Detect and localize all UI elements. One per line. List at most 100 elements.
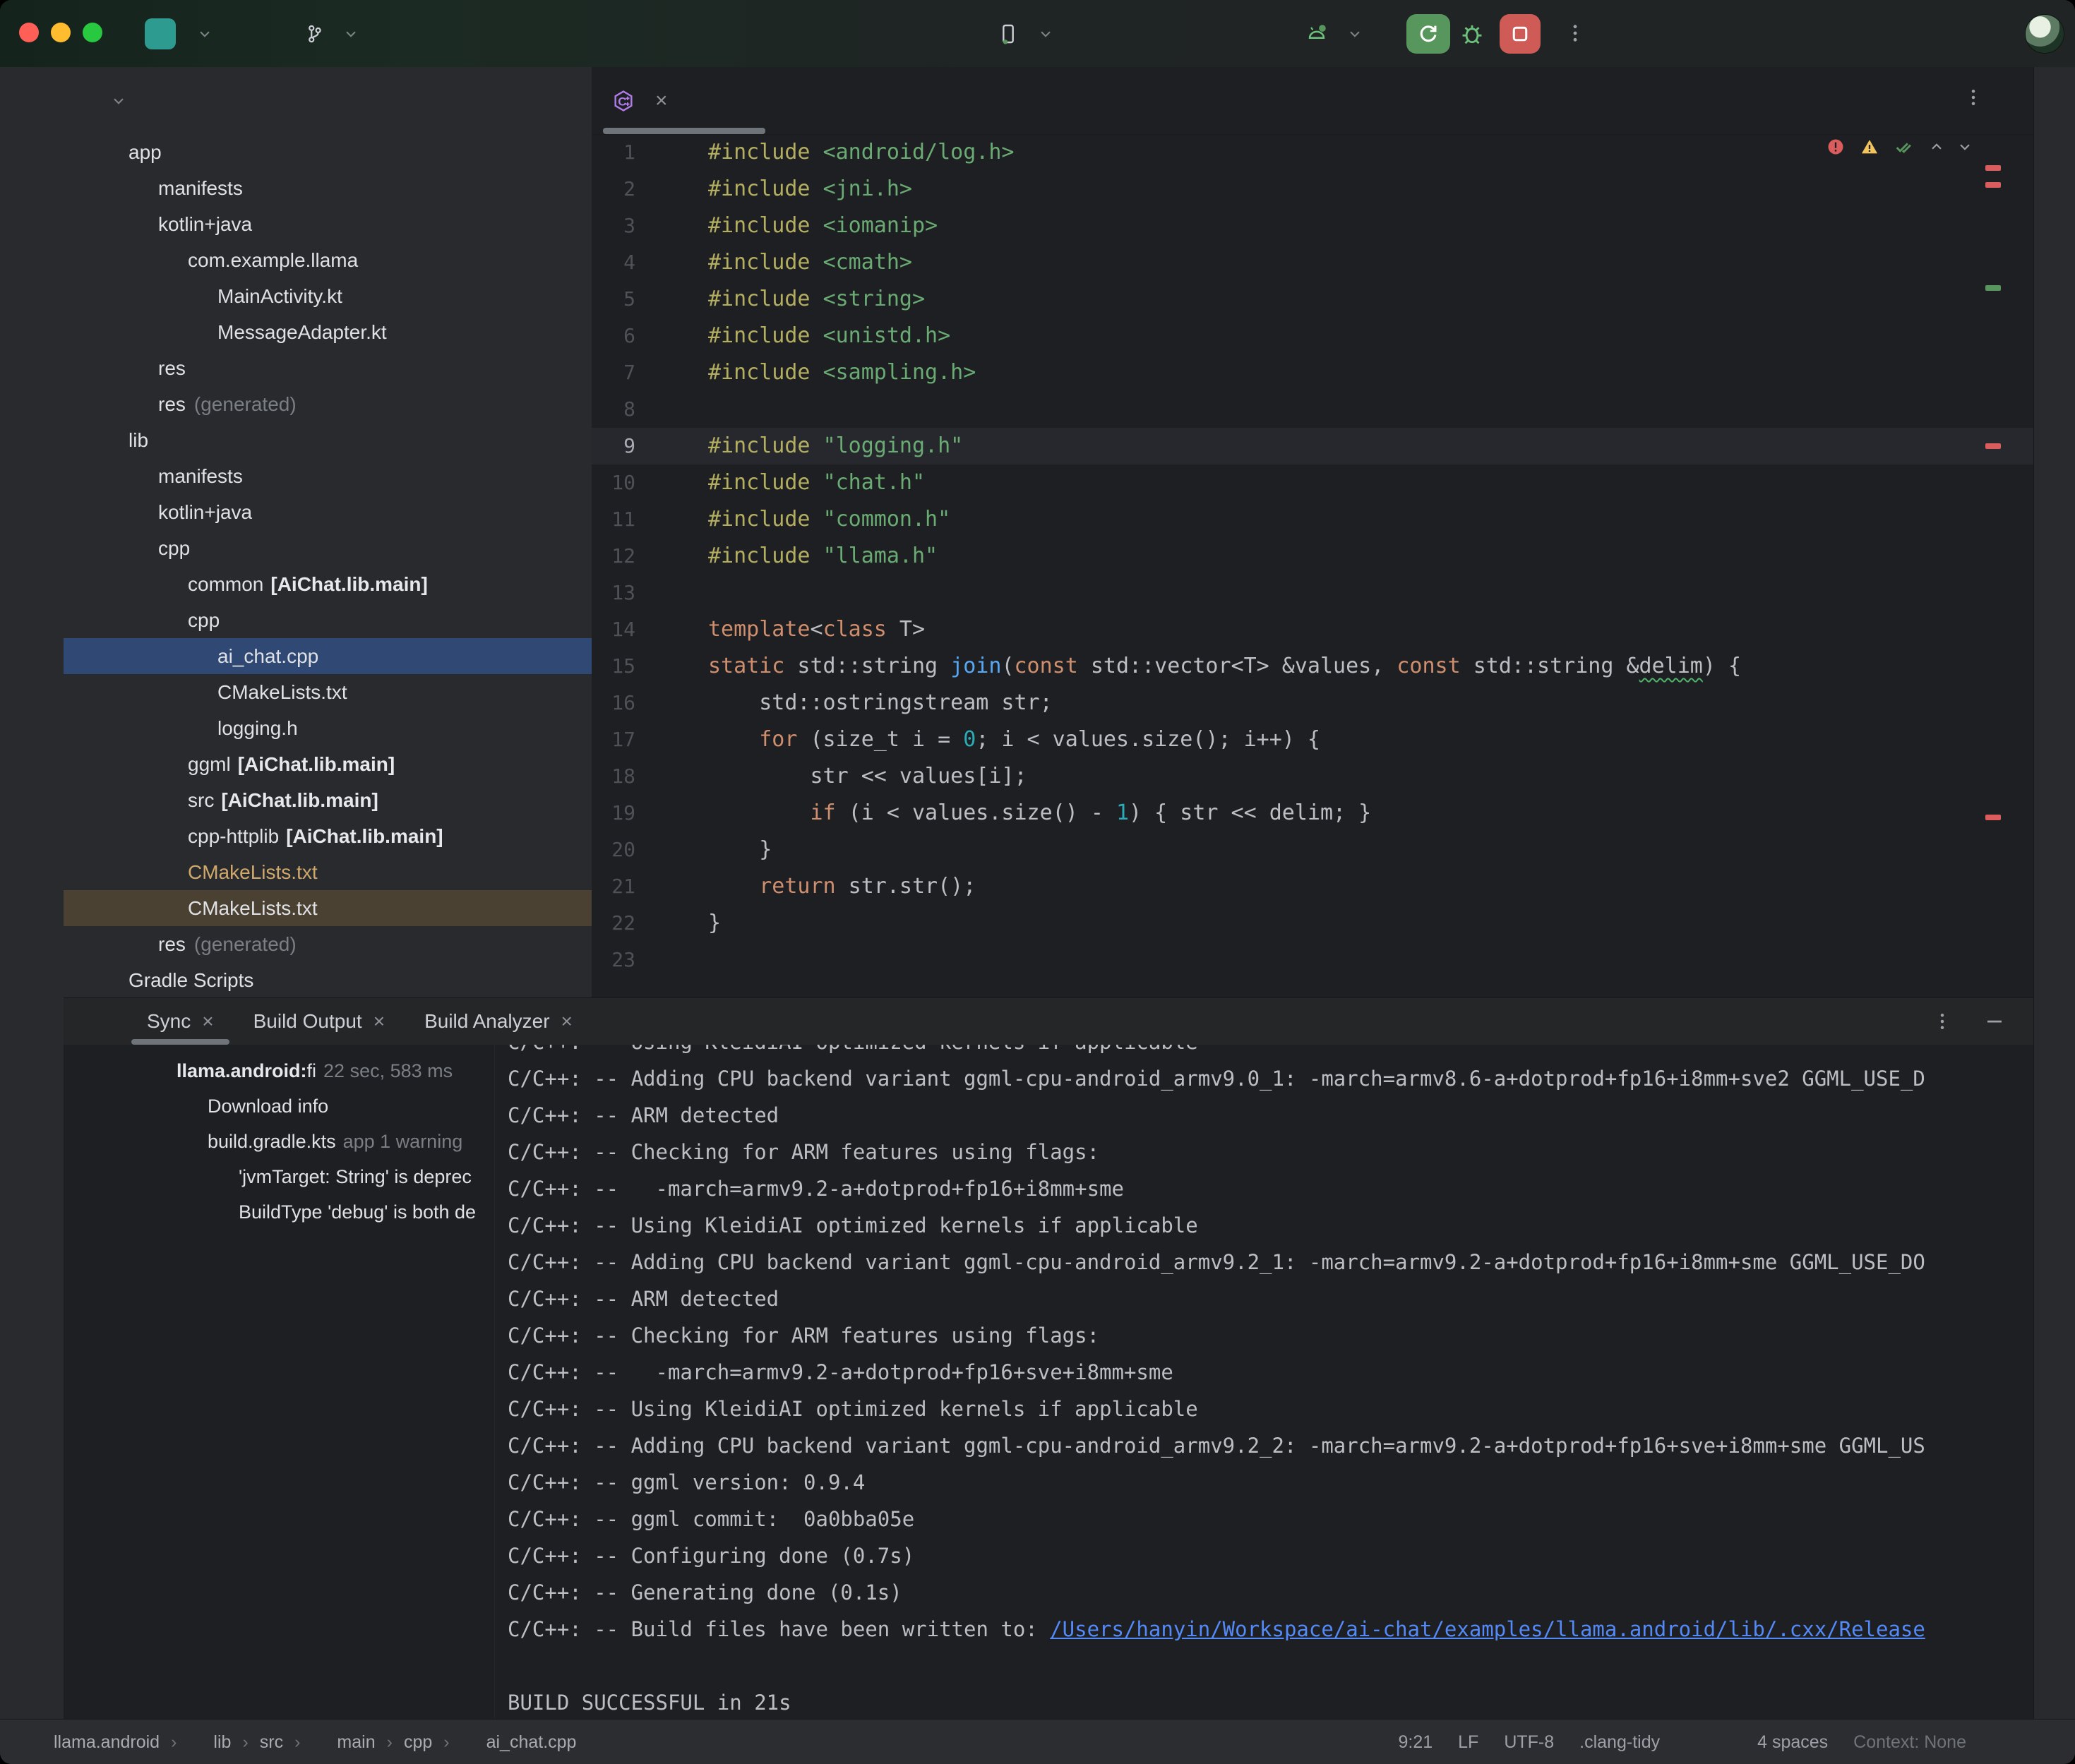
status--clang-tidy[interactable]: .clang-tidy — [1579, 1732, 1660, 1753]
status-9-21[interactable]: 9:21 — [1398, 1732, 1433, 1753]
hide-icon[interactable] — [552, 88, 579, 114]
build-tab-sync[interactable]: Sync× — [127, 998, 234, 1045]
rerun-button[interactable] — [1406, 14, 1450, 54]
chevron-down-icon[interactable] — [103, 537, 126, 560]
problem-circle-icon[interactable] — [2037, 1732, 2057, 1752]
hide-build-panel-icon[interactable] — [1984, 1011, 2005, 1032]
breadcrumb-item[interactable]: main — [311, 1732, 375, 1753]
chevron-down-icon[interactable] — [155, 1131, 177, 1152]
build-tree-row[interactable]: BuildType 'debug' is both de — [120, 1194, 494, 1230]
build-tree-row[interactable]: build.gradle.ktsapp 1 warning — [120, 1124, 494, 1159]
tree-row[interactable]: logging.h — [64, 710, 592, 746]
close-tab-icon[interactable]: × — [202, 1010, 213, 1033]
formatter-icon[interactable] — [1685, 1732, 1705, 1752]
tree-row[interactable]: res(generated) — [64, 926, 592, 962]
tab-ai-chat-cpp[interactable]: C × — [597, 67, 682, 134]
chevron-right-icon[interactable] — [103, 501, 126, 524]
tree-row[interactable]: res — [64, 350, 592, 386]
chevron-down-icon[interactable] — [133, 609, 155, 632]
minimize-window-button[interactable] — [51, 23, 71, 42]
chevron-right-icon[interactable] — [133, 789, 155, 812]
branch-selector[interactable] — [304, 0, 360, 67]
chevron-right-icon[interactable] — [103, 465, 126, 488]
tree-row[interactable]: CMakeLists.txt — [64, 674, 592, 710]
options-icon[interactable] — [510, 88, 537, 114]
code-line[interactable]: 13 — [592, 575, 2033, 611]
collapse-icon[interactable] — [467, 88, 494, 114]
status-context-none[interactable]: Context: None — [1853, 1732, 1966, 1753]
status-lf[interactable]: LF — [1458, 1732, 1478, 1753]
code-line[interactable]: 9#include "logging.h" — [592, 428, 2033, 464]
breadcrumb-item[interactable]: llama.android — [28, 1732, 160, 1753]
code-editor[interactable]: 1#include <android/log.h>2#include <jni.… — [592, 134, 2033, 997]
code-line[interactable]: 4#include <cmath> — [592, 244, 2033, 281]
tree-row[interactable]: ggml[AiChat.lib.main] — [64, 746, 592, 782]
tree-row[interactable]: com.example.llama — [64, 242, 592, 278]
tree-row[interactable]: CMakeLists.txt — [64, 854, 592, 890]
code-line[interactable]: 5#include <string> — [592, 281, 2033, 318]
chevron-right-icon[interactable] — [103, 177, 126, 200]
tree-row[interactable]: app — [64, 134, 592, 170]
close-window-button[interactable] — [19, 23, 39, 42]
rerun-sync-icon[interactable] — [79, 1055, 104, 1080]
status-utf-8[interactable]: UTF-8 — [1504, 1732, 1554, 1753]
chevron-right-icon[interactable] — [103, 357, 126, 380]
debug-button[interactable] — [1456, 17, 1488, 49]
tree-row[interactable]: MessageAdapter.kt — [64, 314, 592, 350]
tree-row[interactable]: res(generated) — [64, 386, 592, 422]
tree-row[interactable]: common[AiChat.lib.main] — [64, 566, 592, 602]
build-tree-row[interactable]: 'jvmTarget: String' is deprec — [120, 1159, 494, 1194]
build-tab-build-analyzer[interactable]: Build Analyzer× — [405, 998, 592, 1045]
code-line[interactable]: 8 — [592, 391, 2033, 428]
breadcrumb-item[interactable]: cpp — [404, 1732, 432, 1753]
unlock-icon[interactable] — [1992, 1732, 2011, 1752]
code-line[interactable]: 14template<class T> — [592, 611, 2033, 648]
close-tab-icon[interactable]: × — [561, 1010, 573, 1033]
tree-row[interactable]: kotlin+java — [64, 206, 592, 242]
chevron-right-icon[interactable] — [133, 573, 155, 596]
tree-row[interactable]: Gradle Scripts — [64, 962, 592, 997]
pin-icon[interactable] — [79, 1136, 104, 1162]
tree-row[interactable]: cpp — [64, 530, 592, 566]
chevron-down-icon[interactable] — [103, 213, 126, 236]
chevron-right-icon[interactable] — [73, 969, 96, 992]
code-line[interactable]: 21 return str.str(); — [592, 868, 2033, 905]
tree-row[interactable]: MainActivity.kt — [64, 278, 592, 314]
status-4-spaces[interactable]: 4 spaces — [1730, 1732, 1828, 1753]
breadcrumb-item[interactable]: ai_chat.cpp — [461, 1732, 577, 1753]
code-line[interactable]: 23 — [592, 942, 2033, 978]
code-line[interactable]: 22} — [592, 905, 2033, 942]
user-avatar[interactable] — [2025, 14, 2064, 54]
add-icon[interactable] — [340, 88, 367, 114]
tree-row[interactable]: kotlin+java — [64, 494, 592, 530]
more-actions-icon[interactable] — [1559, 17, 1591, 49]
code-line[interactable]: 17 for (size_t i = 0; i < values.size();… — [592, 721, 2033, 758]
chevron-down-icon[interactable] — [73, 429, 96, 452]
code-line[interactable]: 1#include <android/log.h> — [592, 134, 2033, 171]
tree-row[interactable]: ai_chat.cpp — [64, 638, 592, 674]
close-tab-icon[interactable]: × — [373, 1010, 385, 1033]
chevron-right-icon[interactable] — [133, 753, 155, 776]
chevron-down-icon[interactable] — [124, 1060, 145, 1081]
chevron-right-icon[interactable] — [133, 825, 155, 848]
tree-row[interactable]: cpp — [64, 602, 592, 638]
code-line[interactable]: 10#include "chat.h" — [592, 464, 2033, 501]
code-line[interactable]: 19 if (i < values.size() - 1) { str << d… — [592, 795, 2033, 832]
zoom-window-button[interactable] — [83, 23, 102, 42]
build-output-path-link[interactable]: /Users/hanyin/Workspace/ai-chat/examples… — [1050, 1617, 1925, 1641]
project-selector[interactable] — [187, 0, 214, 67]
device-selector[interactable] — [997, 0, 1055, 67]
filter-icon[interactable] — [79, 1177, 104, 1203]
tree-row[interactable]: cpp-httplib[AiChat.lib.main] — [64, 818, 592, 854]
chevron-down-icon[interactable] — [133, 249, 155, 272]
locate-icon[interactable] — [383, 88, 409, 114]
run-configuration-selector[interactable] — [1305, 0, 1364, 67]
project-view-selector[interactable] — [102, 92, 128, 110]
code-line[interactable]: 7#include <sampling.h> — [592, 354, 2033, 391]
build-options-icon[interactable] — [1932, 1011, 1953, 1032]
code-line[interactable]: 15static std::string join(const std::vec… — [592, 648, 2033, 685]
tree-row[interactable]: CMakeLists.txt — [64, 890, 592, 926]
close-tab-icon[interactable]: × — [655, 89, 668, 113]
code-line[interactable]: 11#include "common.h" — [592, 501, 2033, 538]
code-line[interactable]: 16 std::ostringstream str; — [592, 685, 2033, 721]
